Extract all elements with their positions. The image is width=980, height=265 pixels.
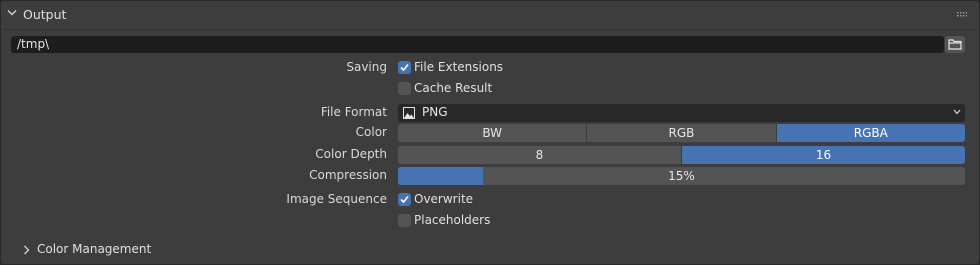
folder-icon xyxy=(948,39,962,50)
color-depth-option-8[interactable]: 8 xyxy=(398,146,681,164)
color-mode-selector: BW RGB RGBA xyxy=(398,124,965,142)
overwrite-checkbox[interactable] xyxy=(398,193,411,206)
browse-folder-button[interactable] xyxy=(945,36,965,53)
placeholders-label: Placeholders xyxy=(414,213,491,227)
compression-value: 15% xyxy=(668,169,695,183)
color-depth-label: Color Depth xyxy=(315,147,387,161)
drag-handle-icon[interactable] xyxy=(957,12,967,17)
checkmark-icon xyxy=(400,63,409,72)
color-management-title: Color Management xyxy=(37,242,152,256)
cache-result-label: Cache Result xyxy=(414,81,493,95)
color-option-rgb[interactable]: RGB xyxy=(587,124,776,142)
panel-header[interactable]: Output xyxy=(1,1,979,30)
output-panel: Output /tmp\ Saving File Extensions Cach… xyxy=(0,0,980,265)
file-format-dropdown[interactable]: PNG xyxy=(398,104,965,122)
chevron-down-icon xyxy=(7,10,17,16)
image-icon xyxy=(403,107,415,119)
saving-label: Saving xyxy=(346,60,387,74)
panel-title: Output xyxy=(23,7,67,22)
file-extensions-label: File Extensions xyxy=(414,60,504,74)
file-format-label: File Format xyxy=(320,105,387,119)
color-label: Color xyxy=(355,125,387,139)
output-path-value: /tmp\ xyxy=(17,37,50,51)
overwrite-label: Overwrite xyxy=(414,192,474,206)
image-sequence-label: Image Sequence xyxy=(286,192,387,206)
chevron-down-icon xyxy=(953,109,961,115)
output-path-field[interactable]: /tmp\ xyxy=(11,36,944,53)
compression-label: Compression xyxy=(309,168,387,182)
file-format-value: PNG xyxy=(422,105,448,119)
chevron-right-icon xyxy=(24,245,30,255)
checkmark-icon xyxy=(400,195,409,204)
compression-slider[interactable]: 15% xyxy=(398,167,965,185)
placeholders-checkbox[interactable] xyxy=(398,214,411,227)
color-depth-selector: 8 16 xyxy=(398,146,965,164)
file-extensions-checkbox[interactable] xyxy=(398,61,411,74)
color-depth-option-16[interactable]: 16 xyxy=(682,146,965,164)
color-option-rgba[interactable]: RGBA xyxy=(776,124,965,142)
color-option-bw[interactable]: BW xyxy=(398,124,587,142)
cache-result-checkbox[interactable] xyxy=(398,82,411,95)
